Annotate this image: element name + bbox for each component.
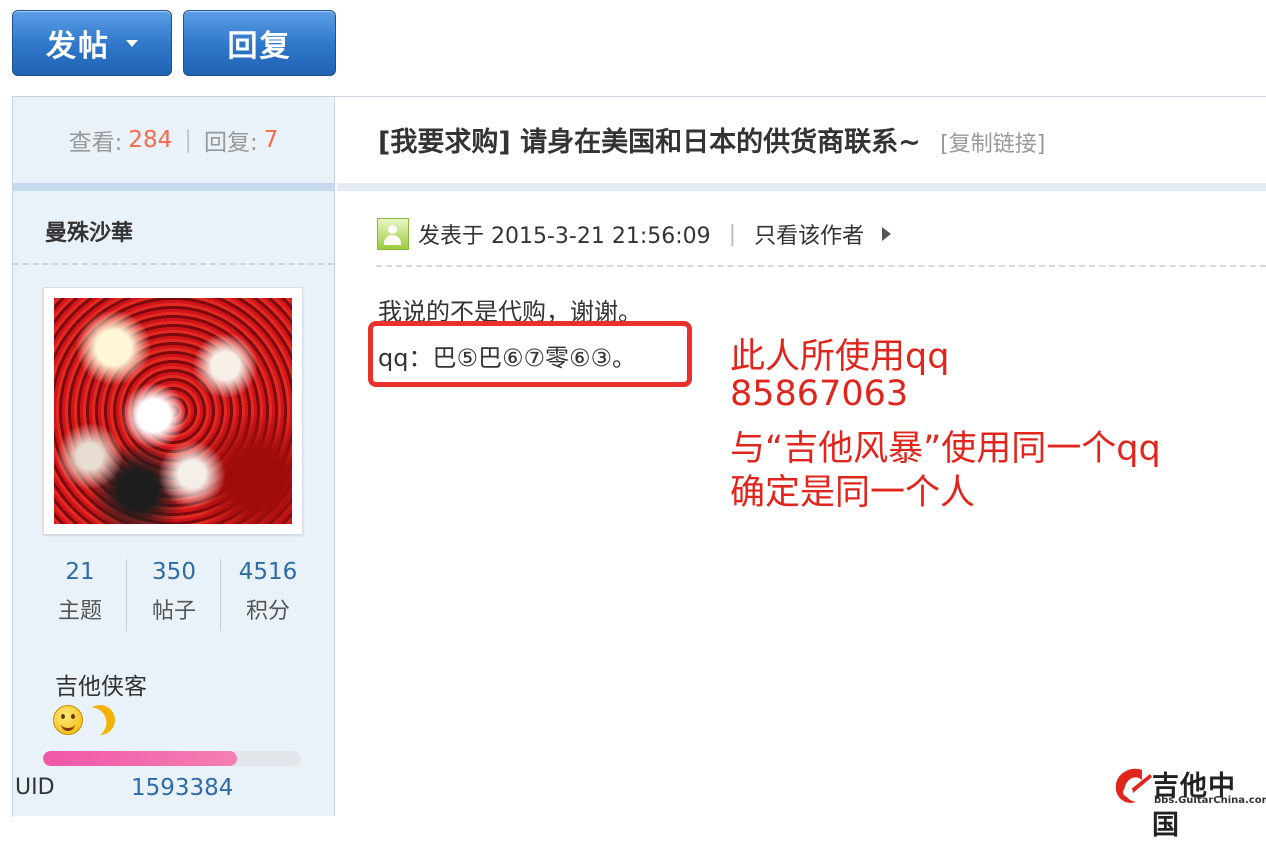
stat-points[interactable]: 4516 积分 [221, 559, 315, 625]
moon-icon [83, 703, 118, 738]
uid-value[interactable]: 1593384 [131, 775, 233, 801]
annotation-line-2: 85867063 [730, 374, 909, 414]
avatar[interactable] [43, 287, 303, 535]
author-name[interactable]: 曼殊沙華 [45, 215, 133, 247]
thread-title-text: [我要求购] 请身在美国和日本的供货商联系~ [378, 127, 921, 158]
post-meta: 发表于 2015-3-21 21:56:09 | 只看该作者 [418, 218, 892, 250]
guitar-logo-icon [1115, 768, 1152, 803]
sidebar-divider [13, 183, 334, 191]
replies-count: 7 [263, 127, 279, 153]
replies-label: 回复: [204, 130, 258, 156]
annotation-line-4: 确定是同一个人 [730, 473, 976, 513]
post-button[interactable]: 发帖 [12, 10, 172, 76]
post-dashed-divider [376, 265, 1266, 267]
stat-posts[interactable]: 350 帖子 [127, 559, 221, 625]
post-date: 发表于 2015-3-21 21:56:09 [418, 224, 711, 249]
stat-points-label: 积分 [245, 599, 290, 624]
uid-label: UID [15, 775, 55, 800]
post-button-label: 发帖 [46, 29, 110, 64]
stats-divider: | [184, 127, 192, 153]
copy-link[interactable]: [复制链接] [940, 132, 1045, 157]
meta-divider: | [728, 221, 737, 247]
thread-title: [我要求购] 请身在美国和日本的供货商联系~ [复制链接] [378, 120, 1045, 159]
reply-button-label: 回复 [227, 29, 292, 64]
avatar-image[interactable] [54, 298, 292, 524]
stat-posts-label: 帖子 [151, 599, 196, 624]
annotation-line-1: 此人所使用qq [730, 337, 950, 377]
author-only-link[interactable]: 只看该作者 [754, 218, 864, 250]
stat-posts-value[interactable]: 350 [127, 559, 221, 585]
level-progress-bar [43, 751, 301, 766]
views-label: 查看: [68, 130, 123, 156]
guitarchina-watermark: 吉他中国 bbs.GuitarChina.com [1112, 764, 1266, 841]
stat-topics-value[interactable]: 21 [33, 559, 127, 585]
stat-topics[interactable]: 21 主题 [33, 559, 127, 625]
highlight-box [368, 321, 692, 387]
rank-icons [53, 705, 115, 735]
watermark-url: bbs.GuitarChina.com [1154, 795, 1266, 806]
dashed-divider [13, 263, 334, 265]
level-progress-fill [43, 751, 237, 766]
thread-stats: 查看: 284 | 回复: 7 [13, 97, 334, 183]
arrow-right-icon[interactable] [882, 227, 892, 241]
post-header-divider [337, 183, 1266, 191]
author-sidebar: 查看: 284 | 回复: 7 曼殊沙華 21 主题 350 帖子 4516 积… [13, 97, 335, 816]
stat-points-value[interactable]: 4516 [221, 559, 315, 585]
stat-topics-label: 主题 [57, 599, 102, 624]
author-rank: 吉他侠客 [55, 674, 147, 700]
post-avatar-icon [377, 218, 409, 250]
views-count: 284 [128, 127, 173, 153]
reply-button[interactable]: 回复 [183, 10, 336, 76]
smile-emoji-icon [53, 705, 83, 735]
caret-down-icon [126, 39, 138, 47]
